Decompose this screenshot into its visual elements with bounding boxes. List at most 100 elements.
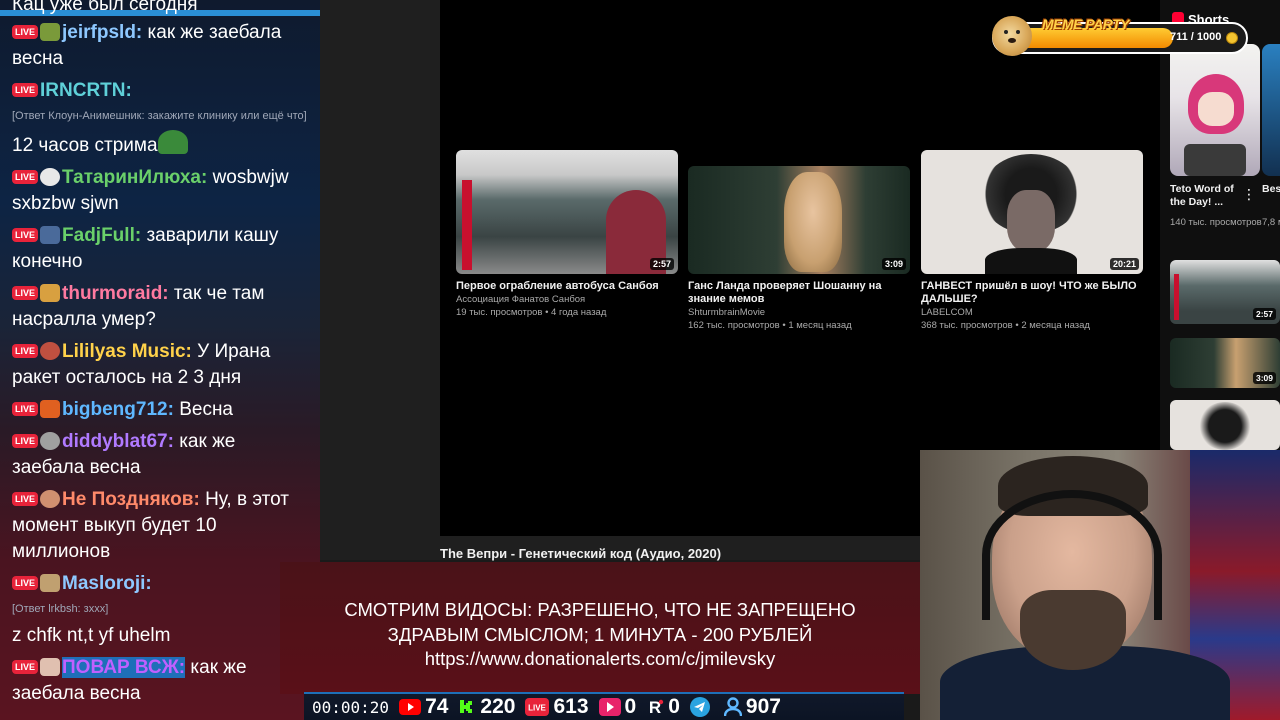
- chat-text: 12 часов стрима: [12, 135, 158, 156]
- live-badge-icon: LIVE: [12, 344, 39, 358]
- live-badge-icon: LIVE: [12, 660, 39, 674]
- channel-name[interactable]: Ассоциация Фанатов Санбоя: [456, 293, 678, 306]
- live-count: 613: [553, 695, 589, 718]
- avatar: [40, 284, 61, 302]
- short-character-face: [1198, 92, 1234, 126]
- short-views: 140 тыс. просмотров: [1170, 217, 1262, 228]
- endscreen-card[interactable]: 20:21 ГАНВЕСТ пришёл в шоу! ЧТО же БЫЛО …: [921, 150, 1143, 332]
- youtube-viewers: 74: [399, 695, 448, 719]
- video-thumbnail[interactable]: 2:57: [456, 150, 678, 274]
- duration-badge: 3:09: [1252, 372, 1276, 384]
- chat-nick[interactable]: IRNCRTN:: [40, 80, 132, 101]
- user-icon: [723, 697, 742, 717]
- chat-nick[interactable]: Lililyas Music:: [62, 341, 192, 362]
- live-badge-icon: LIVE: [12, 25, 39, 39]
- endscreen-card[interactable]: 3:09 Ганс Ланда проверяет Шошанну на зна…: [688, 166, 910, 332]
- endscreen-card[interactable]: 2:57 Первое ограбление автобуса Санбоя А…: [456, 150, 678, 319]
- more-vertical-icon[interactable]: ⋮: [1242, 186, 1256, 203]
- chat-text: z chfk nt,t yf uhelm: [12, 625, 171, 646]
- avatar: [40, 658, 61, 676]
- donation-banner: СМОТРИМ ВИДОСЫ: РАЗРЕШЕНО, ЧТО НЕ ЗАПРЕЩ…: [280, 562, 920, 694]
- chat-nick[interactable]: thurmoraid:: [62, 283, 169, 304]
- headphones-icon: [982, 490, 1162, 620]
- chat-nick[interactable]: ПОВАР ВСЖ:: [62, 657, 186, 678]
- avatar: [40, 574, 61, 592]
- live-badge-icon: LIVE: [12, 228, 39, 242]
- live-badge-icon: LIVE: [12, 170, 39, 184]
- live-badge-icon: LIVE: [12, 402, 39, 416]
- recommended-video-thumbnail[interactable]: 3:09: [1170, 338, 1280, 388]
- avatar: [40, 168, 61, 186]
- meme-party-widget: MEME PARTY 711 / 1000: [992, 16, 1248, 56]
- short-thumbnail[interactable]: [1262, 44, 1280, 176]
- chat-message: LIVE bigbeng712: Весна: [12, 397, 312, 423]
- svg-text:LIVE: LIVE: [529, 704, 547, 713]
- chat-message: LIVE thurmoraid: так че там насралла умер…: [12, 281, 312, 333]
- short-title[interactable]: Best sce...: [1262, 183, 1280, 196]
- archive-stripe: [462, 180, 472, 270]
- chat-nick[interactable]: Masloroji:: [62, 573, 152, 594]
- thumbnail-face: [1007, 190, 1055, 252]
- video-meta: 162 тыс. просмотров • 1 месяц назад: [688, 320, 852, 331]
- recommended-video-thumbnail[interactable]: [1170, 400, 1280, 450]
- chat-nick[interactable]: FadjFull:: [62, 225, 141, 246]
- short-title[interactable]: Teto Word of the Day! ...: [1170, 183, 1252, 209]
- chat-panel: Кац уже был сегодня LIVE jeirfpsld: как ж…: [0, 0, 320, 720]
- video-thumbnail[interactable]: 20:21: [921, 150, 1143, 274]
- avatar: [40, 400, 61, 418]
- rutube-icon: [598, 698, 621, 716]
- chat-message: LIVE diddyblat67: как же заебала весна: [12, 429, 312, 481]
- live-icon: LIVE: [525, 698, 550, 716]
- chat-message: LIVE Lililyas Music: У Ирана ракет остало…: [12, 339, 312, 391]
- chat-message: LIVE FadjFull: заварили кашу конечно: [12, 223, 312, 275]
- thumbnail-body: [985, 248, 1077, 274]
- banner-line: СМОТРИМ ВИДОСЫ: РАЗРЕШЕНО, ЧТО НЕ ЗАПРЕЩ…: [344, 599, 856, 620]
- rumble-count: 0: [668, 695, 680, 718]
- channel-name[interactable]: LABELCOM: [921, 306, 1143, 319]
- current-video-title[interactable]: The Вепри - Генетический код (Аудио, 202…: [440, 546, 721, 561]
- video-title[interactable]: ГАНВЕСТ пришёл в шоу! ЧТО же БЫЛО ДАЛЬШЕ…: [921, 280, 1143, 306]
- chat-nick[interactable]: bigbeng712:: [62, 399, 174, 420]
- archive-stripe: [1174, 274, 1179, 320]
- rutube-count: 0: [624, 695, 637, 718]
- chat-nick[interactable]: Не Позднякoв:: [62, 489, 200, 510]
- meme-party-count: 711 / 1000: [1170, 31, 1222, 43]
- chat-nick[interactable]: ТатаринИлюха:: [62, 167, 207, 188]
- kick-viewers: 220: [458, 695, 515, 719]
- rumble-r-icon: R: [646, 698, 664, 716]
- duration-badge: 3:09: [881, 258, 906, 270]
- live-badge-icon: LIVE: [12, 434, 39, 448]
- live-viewers: LIVE 613: [525, 695, 589, 719]
- chat-message: LIVE jeirfpsld: как же заебала весна: [12, 20, 312, 72]
- total-viewers: 907: [723, 695, 781, 719]
- doge-icon: [992, 16, 1032, 56]
- meme-party-label: MEME PARTY: [1042, 16, 1130, 32]
- avatar: [40, 490, 61, 508]
- duration-badge: 20:21: [1109, 258, 1139, 270]
- avatar: [40, 432, 61, 450]
- chat-reply: [Ответ Клоун-Анимешник: закажите клинику…: [12, 110, 307, 122]
- donation-link[interactable]: https://www.donationalerts.com/c/jmilevs…: [280, 647, 920, 672]
- rumble-viewers: R 0: [646, 695, 680, 719]
- avatar: [40, 226, 61, 244]
- stream-timer: 00:00:20: [312, 697, 390, 717]
- short-thumbnail[interactable]: [1170, 44, 1260, 176]
- chat-message: LIVE IRNCRTN: [Ответ Клоун-Анимешник: зак…: [12, 78, 312, 159]
- live-badge-icon: LIVE: [12, 286, 39, 300]
- youtube-count: 74: [425, 695, 449, 718]
- chat-reply: [Ответ lrkbsh: зxxx]: [12, 603, 109, 615]
- rutube-viewers: 0: [598, 695, 637, 719]
- chat-nick[interactable]: diddyblat67:: [62, 431, 174, 452]
- video-title[interactable]: Ганс Ланда проверяет Шошанну на знание м…: [688, 280, 910, 306]
- live-badge-icon: LIVE: [12, 576, 39, 590]
- video-title[interactable]: Первое ограбление автобуса Санбоя: [456, 280, 678, 293]
- short-character-body: [1184, 144, 1246, 176]
- stream-stats-bar: 00:00:20 74 220 LIVE 613 0 R 0 907: [304, 692, 904, 720]
- video-thumbnail[interactable]: 3:09: [688, 166, 910, 274]
- telegram-icon: [689, 697, 710, 717]
- recommended-video-thumbnail[interactable]: 2:57: [1170, 260, 1280, 324]
- telegram-link[interactable]: [689, 697, 714, 717]
- chat-message: LIVE ПОВАР ВСЖ: как же заебала весна: [12, 655, 312, 707]
- channel-name[interactable]: ShturmbrainMovie: [688, 306, 910, 319]
- chat-nick[interactable]: jeirfpsld:: [62, 22, 142, 43]
